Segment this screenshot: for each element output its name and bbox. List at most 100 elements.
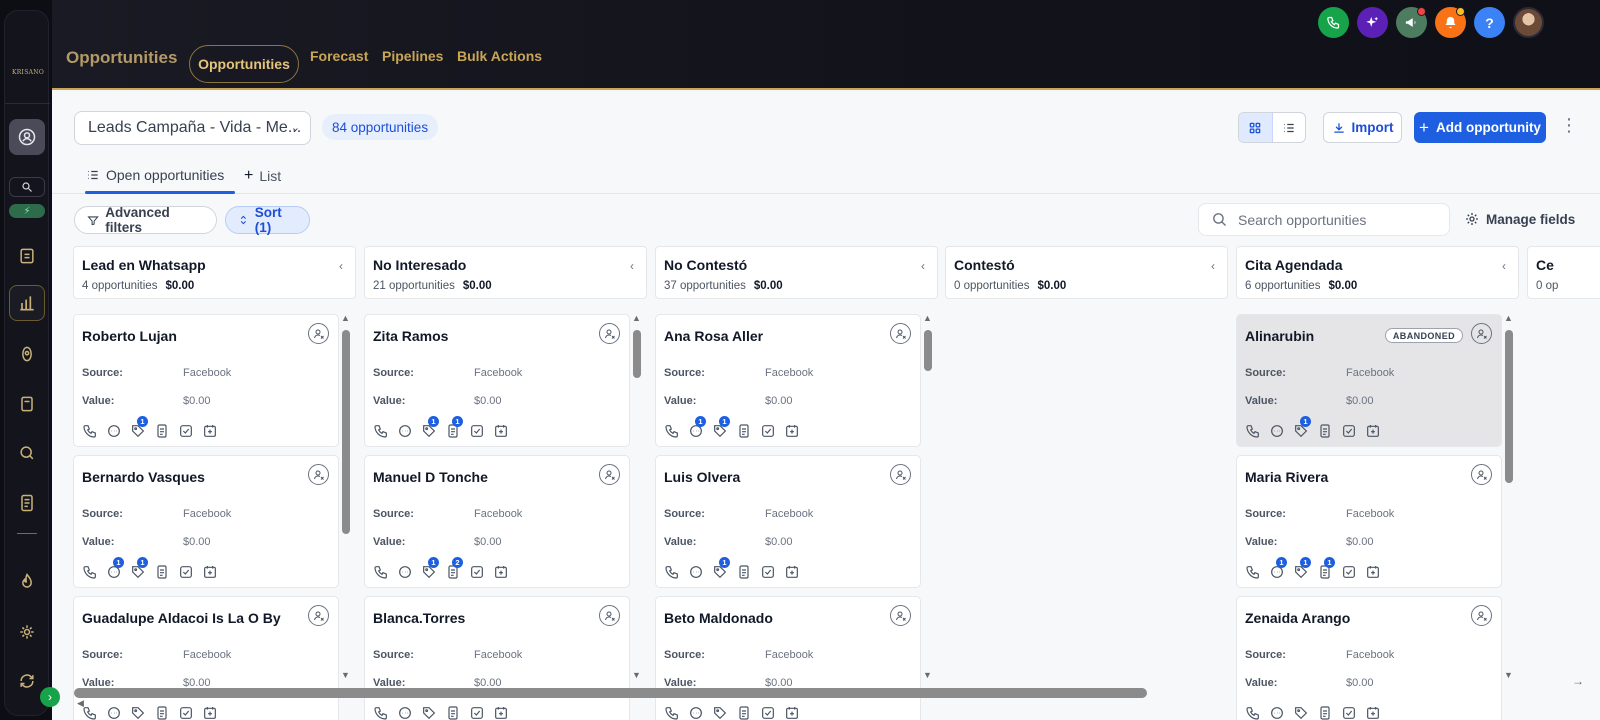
manage-fields-button[interactable]: Manage fields xyxy=(1464,211,1575,227)
chat-icon[interactable] xyxy=(397,564,413,580)
appointment-icon[interactable] xyxy=(202,705,218,720)
note-icon[interactable]: 2 xyxy=(445,557,463,580)
rail-nav-payments[interactable] xyxy=(9,336,45,372)
appointment-icon[interactable] xyxy=(202,423,218,439)
appointment-icon[interactable] xyxy=(1365,705,1381,720)
phone-icon[interactable] xyxy=(1245,564,1261,580)
chat-icon[interactable] xyxy=(1269,423,1285,439)
rail-nav-reports[interactable] xyxy=(9,485,45,521)
appointment-icon[interactable] xyxy=(784,705,800,720)
opportunity-card[interactable]: Roberto Lujan Source: Facebook Value: $0… xyxy=(73,314,339,447)
notifications-button[interactable] xyxy=(1435,7,1466,38)
scrollbar-thumb[interactable] xyxy=(1505,330,1513,483)
assign-user-button[interactable] xyxy=(308,323,329,344)
note-icon[interactable] xyxy=(1317,423,1333,439)
opportunity-card[interactable]: Zita Ramos Source: Facebook Value: $0.00… xyxy=(364,314,630,447)
tag-icon[interactable]: 1 xyxy=(712,557,730,580)
add-opportunity-button[interactable]: + Add opportunity xyxy=(1414,112,1546,143)
opportunity-card[interactable]: Ana Rosa Aller Source: Facebook Value: $… xyxy=(655,314,921,447)
advanced-filters-button[interactable]: Advanced filters xyxy=(74,205,217,235)
task-icon[interactable] xyxy=(760,564,776,580)
assign-user-button[interactable] xyxy=(599,605,620,626)
rail-search-button[interactable] xyxy=(9,177,45,197)
phone-button[interactable] xyxy=(1318,7,1349,38)
rail-nav-opportunities[interactable] xyxy=(9,285,45,321)
appointment-icon[interactable] xyxy=(493,423,509,439)
tab-open-opportunities[interactable]: Open opportunities xyxy=(86,167,224,183)
tag-icon[interactable]: 1 xyxy=(130,416,148,439)
note-icon[interactable] xyxy=(445,705,461,720)
appointment-icon[interactable] xyxy=(1365,564,1381,580)
assign-user-button[interactable] xyxy=(1471,323,1492,344)
phone-icon[interactable] xyxy=(664,564,680,580)
scroll-up-arrow[interactable]: ▲ xyxy=(632,314,641,323)
board-horizontal-scrollbar[interactable] xyxy=(74,688,1564,698)
chat-icon[interactable] xyxy=(688,705,704,720)
note-icon[interactable]: 1 xyxy=(445,416,463,439)
appointment-icon[interactable] xyxy=(784,423,800,439)
scrollbar-thumb[interactable] xyxy=(924,330,932,371)
assign-user-button[interactable] xyxy=(599,323,620,344)
chat-icon[interactable] xyxy=(397,423,413,439)
scrollbar-thumb[interactable] xyxy=(633,330,641,378)
assign-user-button[interactable] xyxy=(890,323,911,344)
phone-icon[interactable] xyxy=(373,423,389,439)
appointment-icon[interactable] xyxy=(1365,423,1381,439)
task-icon[interactable] xyxy=(178,423,194,439)
opportunity-card[interactable]: Guadalupe Aldacoi Is La O By Source: Fac… xyxy=(73,596,339,720)
tab-bulk-actions[interactable]: Bulk Actions xyxy=(457,48,542,64)
expand-sidebar-button[interactable]: › xyxy=(40,687,60,707)
phone-icon[interactable] xyxy=(1245,423,1261,439)
rail-nav-marketing[interactable] xyxy=(9,435,45,471)
phone-icon[interactable] xyxy=(373,705,389,720)
pipeline-select[interactable]: Leads Campaña - Vida - Me... ⌄ xyxy=(74,111,311,145)
chat-icon[interactable] xyxy=(688,564,704,580)
opportunity-card[interactable]: Zenaida Arango Source: Facebook Value: $… xyxy=(1236,596,1502,720)
chat-icon[interactable] xyxy=(106,705,122,720)
chat-icon[interactable]: 1 xyxy=(106,557,124,580)
opportunity-card[interactable]: Maria Rivera Source: Facebook Value: $0.… xyxy=(1236,455,1502,588)
quick-action-button[interactable]: ⚡ xyxy=(9,204,45,218)
task-icon[interactable] xyxy=(1341,564,1357,580)
assign-user-button[interactable] xyxy=(890,605,911,626)
assign-user-button[interactable] xyxy=(308,464,329,485)
phone-icon[interactable] xyxy=(82,423,98,439)
collapse-stage-chevron-icon[interactable]: ‹ xyxy=(921,259,925,273)
appointment-icon[interactable] xyxy=(202,564,218,580)
note-icon[interactable] xyxy=(1317,705,1333,720)
scroll-down-arrow[interactable]: ▼ xyxy=(341,671,350,680)
scroll-up-arrow[interactable]: ▲ xyxy=(1504,314,1513,323)
tag-icon[interactable] xyxy=(130,705,146,720)
announcements-button[interactable] xyxy=(1396,7,1427,38)
tag-icon[interactable]: 1 xyxy=(1293,416,1311,439)
tag-icon[interactable]: 1 xyxy=(712,416,730,439)
note-icon[interactable] xyxy=(736,423,752,439)
note-icon[interactable] xyxy=(154,423,170,439)
note-icon[interactable]: 1 xyxy=(1317,557,1335,580)
tab-opportunities[interactable]: Opportunities xyxy=(189,45,299,83)
assign-user-button[interactable] xyxy=(1471,605,1492,626)
rail-nav-sites[interactable] xyxy=(9,564,45,600)
list-view-button[interactable] xyxy=(1273,113,1306,142)
import-button[interactable]: Import xyxy=(1323,112,1402,143)
collapse-stage-chevron-icon[interactable]: ‹ xyxy=(1502,259,1506,273)
scroll-down-arrow[interactable]: ▼ xyxy=(1504,671,1513,680)
ai-assistant-button[interactable] xyxy=(1357,7,1388,38)
assign-user-button[interactable] xyxy=(308,605,329,626)
scroll-right-arrow[interactable]: → xyxy=(1572,674,1584,688)
more-options-button[interactable]: ⋮ xyxy=(1560,116,1578,134)
assign-user-button[interactable] xyxy=(890,464,911,485)
task-icon[interactable] xyxy=(469,705,485,720)
phone-icon[interactable] xyxy=(373,564,389,580)
tag-icon[interactable]: 1 xyxy=(1293,557,1311,580)
chat-icon[interactable] xyxy=(1269,705,1285,720)
task-icon[interactable] xyxy=(1341,423,1357,439)
rail-nav-automation[interactable] xyxy=(9,614,45,650)
task-icon[interactable] xyxy=(760,705,776,720)
rail-nav-dashboard[interactable] xyxy=(9,238,45,274)
board-view-button[interactable] xyxy=(1239,113,1273,142)
user-avatar[interactable] xyxy=(1513,7,1544,38)
account-switcher-button[interactable] xyxy=(9,119,45,155)
opportunity-card[interactable]: Manuel D Tonche Source: Facebook Value: … xyxy=(364,455,630,588)
collapse-stage-chevron-icon[interactable]: ‹ xyxy=(1211,259,1215,273)
